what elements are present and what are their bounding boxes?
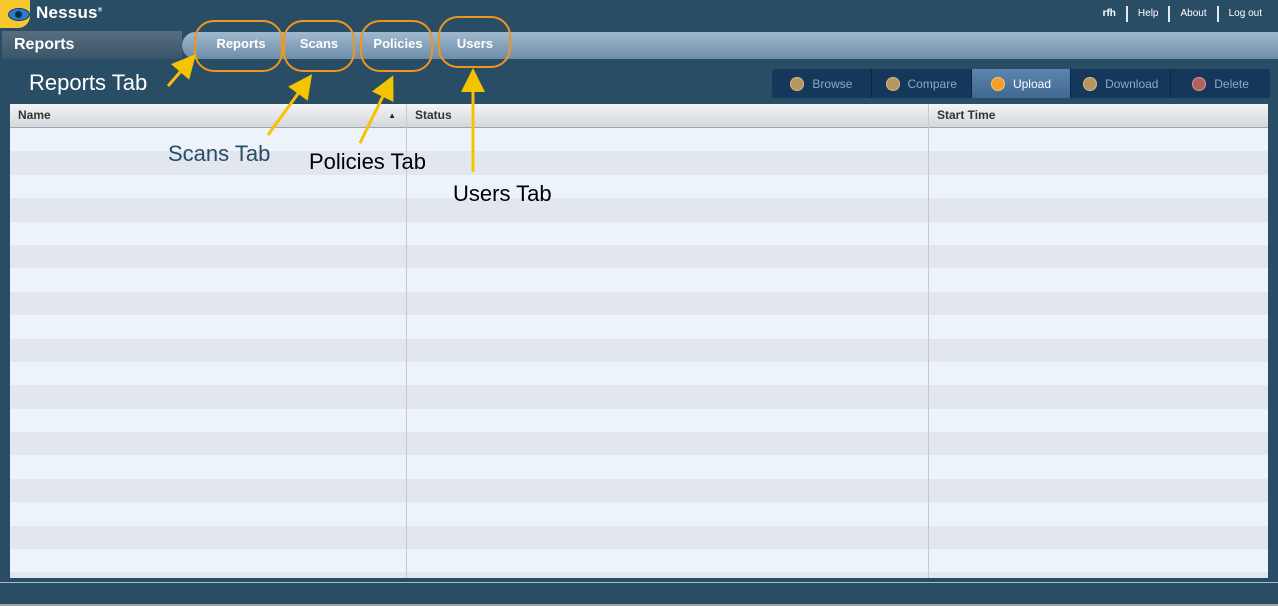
table-row-empty [10, 525, 1268, 550]
upload-icon [990, 76, 1005, 91]
table-body [10, 128, 1268, 578]
top-links: rfh Help About Log out [1093, 0, 1272, 28]
browse-label: Browse [812, 76, 853, 91]
scans-tab-annotation: Scans Tab [168, 141, 271, 166]
column-label-status: Status [415, 108, 452, 122]
table-row-empty [10, 572, 1268, 578]
table-row-empty [10, 268, 1268, 292]
section-title: Reports [2, 31, 182, 59]
table-row-empty [10, 361, 1268, 386]
user-link[interactable]: rfh [1093, 6, 1126, 22]
table-row-empty [10, 244, 1268, 269]
column-header-name[interactable]: Name ▲ [10, 104, 406, 128]
compare-label: Compare [907, 76, 957, 91]
table-row-empty [10, 385, 1268, 409]
table-row-empty [10, 408, 1268, 433]
download-button[interactable]: Download [1070, 69, 1170, 98]
column-label-name: Name [18, 108, 51, 122]
column-divider [406, 128, 407, 578]
footer-divider [0, 582, 1278, 583]
table-row-empty [10, 291, 1268, 316]
nav-bar: Reports Reports Scans Policies Users [0, 28, 1278, 62]
delete-icon [1192, 76, 1207, 91]
table-row-empty [10, 478, 1268, 503]
about-link[interactable]: About [1168, 6, 1216, 22]
browse-icon [790, 76, 805, 91]
action-toolbar: Browse Compare Upload Download Delete [772, 69, 1270, 98]
logout-link[interactable]: Log out [1216, 6, 1272, 22]
top-bar: Nessus® rfh Help About Log out [0, 0, 1278, 28]
table-row-empty [10, 549, 1268, 573]
policies-tab-annotation: Policies Tab [309, 149, 426, 174]
table-header: Name ▲ Status Start Time [10, 104, 1268, 128]
column-header-start-time[interactable]: Start Time [928, 104, 1268, 128]
upload-label: Upload [1012, 76, 1051, 91]
table-row-empty [10, 198, 1268, 222]
eye-icon [8, 8, 30, 21]
compare-icon [885, 76, 900, 91]
compare-button[interactable]: Compare [870, 69, 971, 98]
reports-table: Name ▲ Status Start Time [10, 104, 1268, 578]
policies-tab-highlight-ring [360, 20, 433, 72]
logo-text: Nessus® [36, 3, 103, 22]
table-row-empty [10, 315, 1268, 339]
table-row-empty [10, 432, 1268, 456]
download-icon [1083, 76, 1098, 91]
reports-tab-highlight-ring [194, 20, 283, 72]
table-row-empty [10, 455, 1268, 479]
column-label-start-time: Start Time [937, 108, 996, 122]
browse-button[interactable]: Browse [772, 69, 871, 98]
reports-tab-arrow [166, 53, 196, 87]
column-header-status[interactable]: Status [406, 104, 928, 128]
delete-button[interactable]: Delete [1170, 69, 1270, 98]
table-row-empty [10, 502, 1268, 526]
table-row-empty [10, 338, 1268, 362]
table-row-empty [10, 221, 1268, 245]
users-tab-annotation: Users Tab [453, 181, 552, 206]
nessus-logo[interactable]: Nessus® [0, 0, 103, 28]
sort-ascending-icon: ▲ [388, 111, 396, 120]
help-link[interactable]: Help [1125, 6, 1169, 22]
scans-tab-highlight-ring [283, 20, 355, 72]
upload-button[interactable]: Upload [970, 69, 1071, 98]
users-tab-highlight-ring [438, 16, 511, 68]
download-label: Download [1105, 76, 1159, 91]
column-divider [928, 128, 929, 578]
table-row-empty [10, 174, 1268, 199]
reports-tab-annotation: Reports Tab [29, 70, 148, 95]
delete-label: Delete [1214, 76, 1249, 91]
